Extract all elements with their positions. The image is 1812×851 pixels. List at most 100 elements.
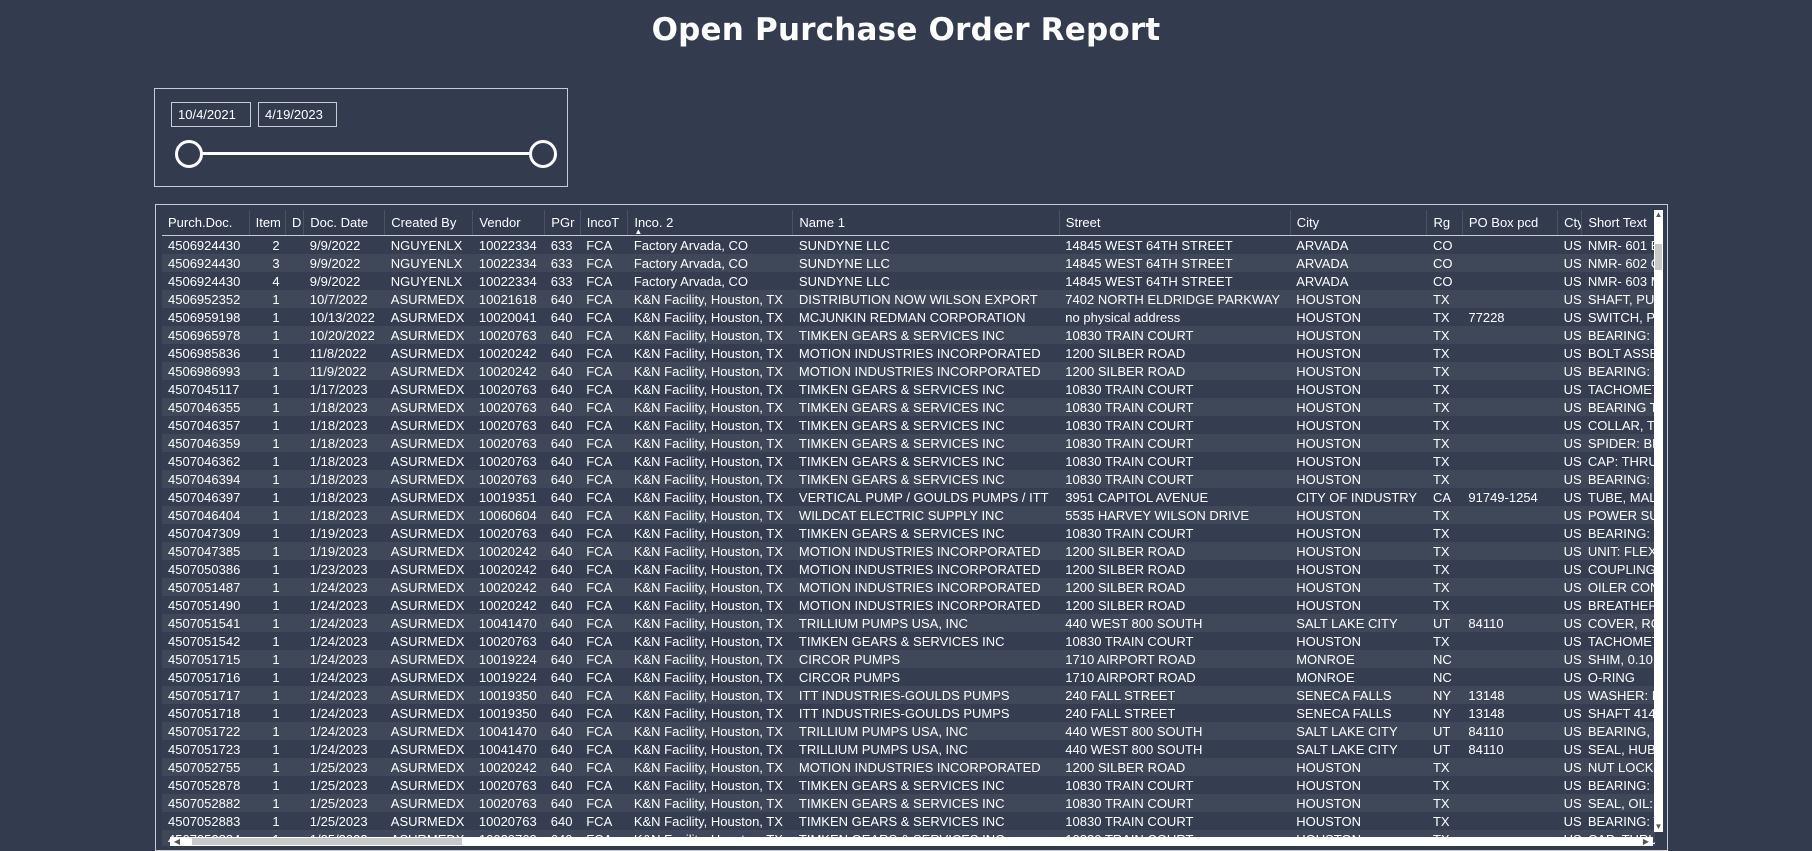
table-row[interactable]: 4507047385 1 1/19/2023 ASURMEDX 10020242 640 F…: [162, 542, 1655, 560]
table-row[interactable]: 4507052878 1 1/25/2023 ASURMEDX 10020763 640 F…: [162, 776, 1655, 794]
table-cell: UT: [1432, 723, 1451, 739]
column-header-item[interactable]: Item: [249, 210, 287, 236]
table-cell: 1/25/2023: [309, 759, 368, 775]
vertical-scrollbar[interactable]: ▲ ▼: [1654, 210, 1663, 832]
table-row[interactable]: 4507052755 1 1/25/2023 ASURMEDX 10020242 640 F…: [162, 758, 1655, 776]
table-cell: [286, 362, 304, 380]
column-header-cty[interactable]: Cty: [1557, 210, 1583, 236]
table-cell: 10020763: [478, 417, 537, 433]
table-row[interactable]: 4507051722 1 1/24/2023 ASURMEDX 10041470 640 F…: [162, 722, 1655, 740]
table-cell: FCA: [586, 669, 613, 685]
table-row[interactable]: 4507046394 1 1/18/2023 ASURMEDX 10020763 640 F…: [162, 470, 1655, 488]
table-cell: FCA: [586, 633, 613, 649]
table-cell: 10830 TRAIN COURT: [1065, 453, 1194, 469]
table-cell: [286, 380, 304, 398]
table-row[interactable]: 4507052883 1 1/25/2023 ASURMEDX 10020763 640 F…: [162, 812, 1655, 830]
table-cell: COLLAR, THRUST: [1587, 417, 1655, 433]
horizontal-scroll-thumb[interactable]: [192, 838, 462, 845]
table-row[interactable]: 4507046397 1 1/18/2023 ASURMEDX 10019351 640 F…: [162, 488, 1655, 506]
table-row[interactable]: 4506924430 4 9/9/2022 NGUYENLX 10022334 633 FC…: [162, 272, 1655, 290]
table-row[interactable]: 4506985836 1 11/8/2022 ASURMEDX 10020242 640 F…: [162, 344, 1655, 362]
table-row[interactable]: 4507046357 1 1/18/2023 ASURMEDX 10020763 640 F…: [162, 416, 1655, 434]
start-date-input[interactable]: 10/4/2021: [171, 102, 251, 127]
table-cell: 10020041: [478, 309, 537, 325]
horizontal-scrollbar[interactable]: ◀ ▶: [170, 837, 1653, 846]
table-cell: 640: [550, 309, 573, 325]
table-row[interactable]: 4507046362 1 1/18/2023 ASURMEDX 10020763 640 F…: [162, 452, 1655, 470]
table-cell: 640: [550, 741, 573, 757]
table-row[interactable]: 4507051541 1 1/24/2023 ASURMEDX 10041470 640 F…: [162, 614, 1655, 632]
chevron-up-icon[interactable]: ▲: [1654, 210, 1663, 220]
table-cell: K&N Facility, Houston, TX: [633, 435, 783, 451]
column-header-rg[interactable]: Rg: [1426, 210, 1463, 236]
table-cell: 5535 HARVEY WILSON DRIVE: [1065, 507, 1250, 523]
table-row[interactable]: 4506924430 2 9/9/2022 NGUYENLX 10022334 633 FC…: [162, 235, 1655, 254]
column-header-po-box-pcd[interactable]: PO Box pcd: [1462, 210, 1559, 236]
chevron-down-icon[interactable]: ▼: [1654, 822, 1663, 832]
chevron-left-icon[interactable]: ◀: [172, 837, 182, 846]
table-row[interactable]: 4507046355 1 1/18/2023 ASURMEDX 10020763 640 F…: [162, 398, 1655, 416]
table-row[interactable]: 4507051542 1 1/24/2023 ASURMEDX 10020763 640 F…: [162, 632, 1655, 650]
table-cell: [286, 632, 304, 650]
column-header-doc-date[interactable]: Doc. Date: [303, 210, 386, 236]
table-row[interactable]: 4507050386 1 1/23/2023 ASURMEDX 10020242 640 F…: [162, 560, 1655, 578]
table-row[interactable]: 4506952352 1 10/7/2022 ASURMEDX 10021618 640 F…: [162, 290, 1655, 308]
column-header-d[interactable]: D: [285, 210, 305, 236]
table-cell: NY: [1432, 687, 1452, 703]
table-cell: TRILLIUM PUMPS USA, INC: [798, 615, 968, 631]
table-row[interactable]: 4507045117 1 1/17/2023 ASURMEDX 10020763 640 F…: [162, 380, 1655, 398]
table-cell: 633: [550, 273, 573, 289]
table-cell: 640: [550, 633, 573, 649]
column-header-city[interactable]: City: [1290, 210, 1428, 236]
column-header-label: Name 1: [799, 215, 845, 230]
table-cell: FCA: [586, 327, 613, 343]
table-cell: MOTION INDUSTRIES INCORPORATED: [798, 363, 1041, 379]
column-header-vendor[interactable]: Vendor: [472, 210, 546, 236]
start-date-handle[interactable]: [175, 140, 203, 168]
table-row[interactable]: 4507046404 1 1/18/2023 ASURMEDX 10060604 640 F…: [162, 506, 1655, 524]
table-cell: [1462, 560, 1557, 578]
column-header-name-1[interactable]: Name 1: [792, 210, 1060, 236]
column-header-pgr[interactable]: PGr: [544, 210, 581, 236]
table-row[interactable]: 4506965978 1 10/20/2022 ASURMEDX 10020763 640…: [162, 326, 1655, 344]
table-row[interactable]: 4507051487 1 1/24/2023 ASURMEDX 10020242 640 F…: [162, 578, 1655, 596]
column-header-street[interactable]: Street: [1059, 210, 1291, 236]
vertical-scroll-thumb[interactable]: [1655, 244, 1662, 270]
table-cell: 10020763: [478, 471, 537, 487]
table-row[interactable]: 4507051718 1 1/24/2023 ASURMEDX 10019350 640 F…: [162, 704, 1655, 722]
table-cell: OILER CONSTANT: [1587, 579, 1655, 595]
table-cell: 10020242: [478, 759, 537, 775]
column-header-purch-doc[interactable]: Purch.Doc.: [162, 210, 250, 236]
table-row[interactable]: 4506924430 3 9/9/2022 NGUYENLX 10022334 633 FC…: [162, 254, 1655, 272]
table-cell: HOUSTON: [1296, 543, 1361, 559]
table-row[interactable]: 4507051715 1 1/24/2023 ASURMEDX 10019224 640 F…: [162, 650, 1655, 668]
table-cell: 1200 SILBER ROAD: [1065, 345, 1186, 361]
column-header-short-text[interactable]: Short Text: [1581, 210, 1655, 236]
table-row[interactable]: 4507047309 1 1/19/2023 ASURMEDX 10020763 640 F…: [162, 524, 1655, 542]
table-row[interactable]: 4507051490 1 1/24/2023 ASURMEDX 10020242 640 F…: [162, 596, 1655, 614]
chevron-right-icon[interactable]: ▶: [1641, 837, 1651, 846]
table-cell: 4507052882: [168, 795, 241, 811]
table-row[interactable]: 4506959198 1 10/13/2022 ASURMEDX 10020041 640…: [162, 308, 1655, 326]
table-cell: no physical address: [1065, 309, 1181, 325]
table-cell: 440 WEST 800 SOUTH: [1065, 615, 1203, 631]
table-cell: K&N Facility, Houston, TX: [633, 615, 783, 631]
table-cell: FCA: [586, 795, 613, 811]
column-header-inco-2[interactable]: Inco. 2 ▲: [627, 210, 794, 236]
end-date-handle[interactable]: [529, 140, 557, 168]
table-row[interactable]: 4506986993 1 11/9/2022 ASURMEDX 10020242 640 F…: [162, 362, 1655, 380]
date-slider-track[interactable]: [191, 152, 531, 155]
table-row[interactable]: 4507051723 1 1/24/2023 ASURMEDX 10041470 640 F…: [162, 740, 1655, 758]
table-row[interactable]: 4507051717 1 1/24/2023 ASURMEDX 10019350 640 F…: [162, 686, 1655, 704]
column-header-created-by[interactable]: Created By: [384, 210, 474, 236]
column-header-incot[interactable]: IncoT: [580, 210, 629, 236]
table-cell: 4506985836: [168, 345, 241, 361]
table-cell: 10830 TRAIN COURT: [1065, 471, 1194, 487]
table-row[interactable]: 4507052882 1 1/25/2023 ASURMEDX 10020763 640 F…: [162, 794, 1655, 812]
table-cell: US: [1563, 525, 1582, 541]
table-cell: US: [1563, 687, 1582, 703]
end-date-input[interactable]: 4/19/2023: [258, 102, 337, 127]
table-row[interactable]: 4507051716 1 1/24/2023 ASURMEDX 10019224 640 F…: [162, 668, 1655, 686]
table-row[interactable]: 4507046359 1 1/18/2023 ASURMEDX 10020763 640 F…: [162, 434, 1655, 452]
table-cell: SALT LAKE CITY: [1296, 723, 1398, 739]
